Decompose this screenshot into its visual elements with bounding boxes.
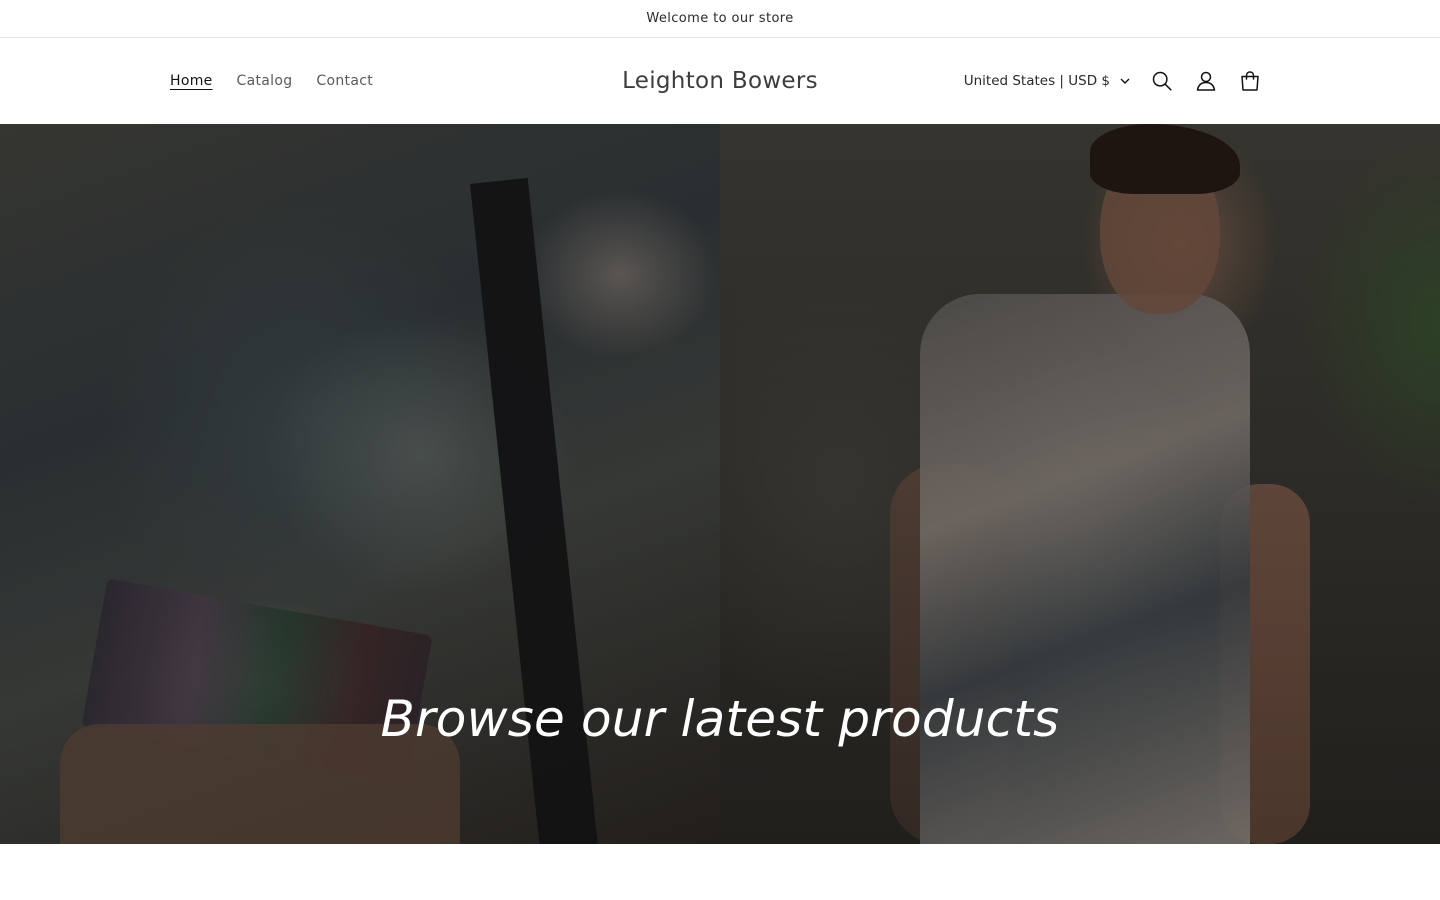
main-nav: Home Catalog Contact xyxy=(158,38,385,123)
cart-button[interactable] xyxy=(1228,59,1272,103)
locale-label: United States | USD $ xyxy=(963,72,1110,89)
store-logo-link[interactable]: Leighton Bowers xyxy=(622,68,818,94)
account-icon xyxy=(1196,71,1216,91)
nav-home-link[interactable]: Home xyxy=(158,73,225,89)
account-button[interactable] xyxy=(1184,59,1228,103)
header-actions: United States | USD $ xyxy=(954,38,1272,123)
hero-banner: Browse our latest products xyxy=(0,124,1440,844)
hero-heading: Browse our latest products xyxy=(380,690,1060,748)
search-button[interactable] xyxy=(1140,59,1184,103)
announcement-bar: Welcome to our store xyxy=(0,0,1440,38)
nav-catalog-link[interactable]: Catalog xyxy=(225,73,305,89)
country-currency-selector[interactable]: United States | USD $ xyxy=(954,73,1140,89)
site-header: Home Catalog Contact Leighton Bowers Uni… xyxy=(0,38,1440,123)
nav-contact-link[interactable]: Contact xyxy=(304,73,385,89)
chevron-down-icon xyxy=(1120,78,1130,84)
search-icon xyxy=(1152,71,1172,91)
cart-icon xyxy=(1241,70,1259,91)
announcement-text: Welcome to our store xyxy=(646,11,794,26)
